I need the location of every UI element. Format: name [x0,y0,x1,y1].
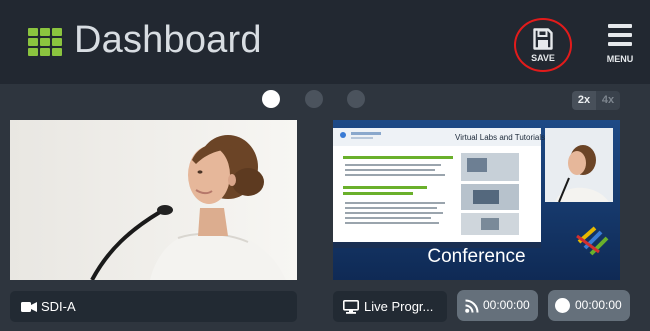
slide-caption: Conference [427,246,526,267]
hamburger-menu-icon [608,24,632,51]
carousel-dot-2[interactable] [305,90,323,108]
top-bar: Dashboard SAVE MENU [0,0,650,84]
carousel-dot-3[interactable] [347,90,365,108]
stream-status-button[interactable]: 00:00:00 [457,290,538,321]
page-title: Dashboard [74,19,262,61]
video-camera-icon [21,302,37,312]
menu-button[interactable]: MENU [600,20,640,70]
save-label: SAVE [531,53,555,63]
source-label-sdi-a[interactable]: SDI-A [10,291,297,322]
dashboard-grid-icon [28,28,62,56]
source-label-live-program[interactable]: Live Progr... [333,291,447,322]
zoom-2x-button[interactable]: 2x [572,91,596,110]
source-preview-live-program[interactable]: Conference Virtual Labs and Tutorials [333,120,620,280]
save-button[interactable]: SAVE [514,18,572,72]
speaker-image [10,120,297,280]
save-icon [533,28,553,50]
menu-label: MENU [606,54,634,64]
record-icon [555,298,570,313]
stream-timer: 00:00:00 [483,298,530,312]
source-preview-sdi-a[interactable] [10,120,297,280]
source-name: SDI-A [41,299,76,314]
record-status-button[interactable]: 00:00:00 [548,290,630,321]
record-timer: 00:00:00 [575,298,622,312]
zoom-toggle: 2x 4x [572,91,620,110]
slide-title: Virtual Labs and Tutorials [455,133,546,142]
carousel-dot-1[interactable] [262,90,280,108]
monitor-icon [343,300,359,314]
zoom-4x-button[interactable]: 4x [596,91,620,110]
source-name: Live Progr... [364,299,434,314]
rss-icon [465,299,479,313]
